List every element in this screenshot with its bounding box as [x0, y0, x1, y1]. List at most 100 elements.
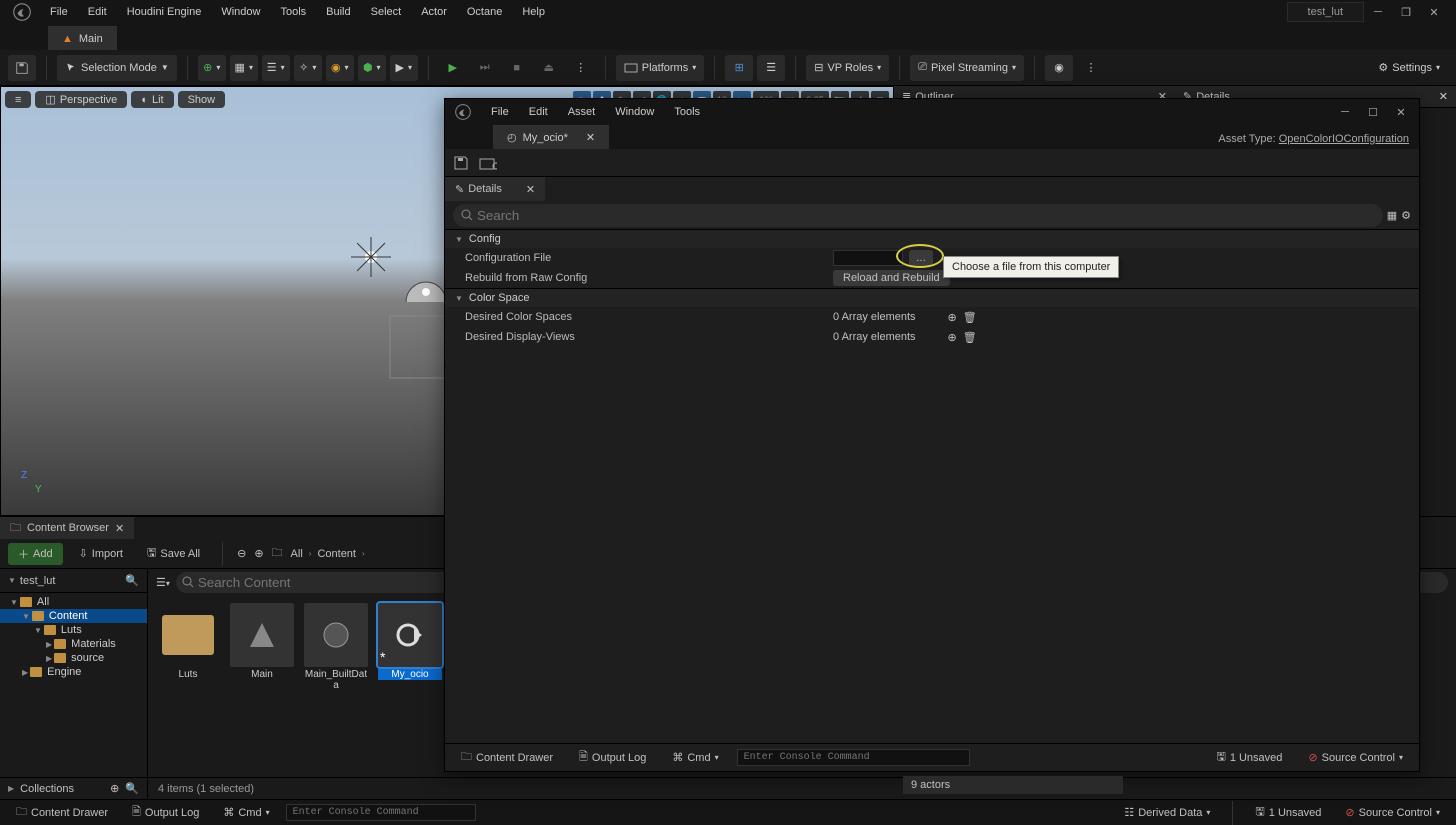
menu-item-asset[interactable]: Asset: [558, 102, 606, 122]
show-dropdown[interactable]: Show: [178, 91, 226, 108]
config-section-header[interactable]: ▼Config: [445, 229, 1419, 248]
content-browser-tab[interactable]: 🗀 Content Browser ✕: [0, 517, 134, 539]
clear-array-icon[interactable]: 🗑: [963, 311, 977, 324]
menu-item-tools[interactable]: Tools: [270, 2, 316, 22]
close-icon[interactable]: ✕: [1439, 90, 1448, 103]
menu-item-file[interactable]: File: [40, 2, 78, 22]
minimize-button[interactable]: ─: [1364, 0, 1392, 24]
unsaved-button[interactable]: 🖫1 Unsaved: [1208, 746, 1290, 769]
console-command-input[interactable]: [286, 804, 476, 821]
add-element-icon[interactable]: ⊕: [948, 331, 957, 344]
details-panel-tab[interactable]: ✎ Details ✕: [445, 177, 545, 201]
history-forward-button[interactable]: ⊕: [254, 547, 263, 560]
perspective-dropdown[interactable]: ◫Perspective: [35, 91, 127, 108]
save-asset-button[interactable]: [453, 155, 469, 171]
derived-data-button[interactable]: ☷Derived Data▾: [1116, 804, 1218, 821]
asset-main_builtdata[interactable]: Main_BuiltData: [304, 603, 368, 769]
stage-manager-button[interactable]: ⊞: [725, 55, 753, 81]
tree-item-all[interactable]: ▼All: [0, 595, 147, 609]
maximize-button[interactable]: ❐: [1392, 0, 1420, 24]
menu-item-select[interactable]: Select: [361, 2, 412, 22]
details-search-input[interactable]: [453, 204, 1383, 227]
asset-my_ocio[interactable]: *My_ocio: [378, 603, 442, 769]
layers-button[interactable]: ☰: [757, 55, 785, 81]
asset-luts[interactable]: Luts: [156, 603, 220, 769]
source-control-button[interactable]: ⊘Source Control▾: [1300, 749, 1411, 766]
menu-item-edit[interactable]: Edit: [519, 102, 558, 122]
close-icon[interactable]: ✕: [586, 131, 595, 144]
main-level-tab[interactable]: ▲ Main: [48, 26, 117, 50]
close-button[interactable]: ✕: [1387, 100, 1415, 124]
cmd-dropdown[interactable]: ⌘Cmd▾: [664, 749, 726, 766]
breadcrumb-item[interactable]: Content: [317, 548, 356, 560]
close-button[interactable]: ✕: [1420, 0, 1448, 24]
menu-item-edit[interactable]: Edit: [78, 2, 117, 22]
stop-button[interactable]: ■: [503, 55, 531, 81]
menu-item-help[interactable]: Help: [512, 2, 555, 22]
menu-item-window[interactable]: Window: [605, 102, 664, 122]
menu-item-houdini-engine[interactable]: Houdini Engine: [117, 2, 212, 22]
search-icon[interactable]: 🔍: [125, 782, 139, 795]
filters-button[interactable]: ☰▾: [156, 576, 170, 589]
menu-item-octane[interactable]: Octane: [457, 2, 512, 22]
cmd-dropdown[interactable]: ⌘Cmd▾: [215, 804, 277, 821]
collections-section[interactable]: ▶ Collections ⊕ 🔍: [0, 777, 147, 799]
content-drawer-button[interactable]: 🗀Content Drawer: [8, 801, 116, 824]
tree-item-materials[interactable]: ▶Materials: [0, 637, 147, 651]
browse-file-button[interactable]: … Choose a file from this computer: [909, 250, 933, 266]
add-collection-icon[interactable]: ⊕: [110, 782, 119, 795]
pixel-streaming-dropdown[interactable]: ⎚ Pixel Streaming▾: [910, 55, 1024, 81]
menu-item-window[interactable]: Window: [211, 2, 270, 22]
clear-array-icon[interactable]: 🗑: [963, 331, 977, 344]
cinematics-button[interactable]: ✧▾: [294, 55, 322, 81]
blueprints-button[interactable]: ☰▾: [262, 55, 290, 81]
maximize-button[interactable]: ☐: [1359, 100, 1387, 124]
gear-icon[interactable]: ⚙: [1401, 209, 1411, 222]
close-icon[interactable]: ✕: [115, 522, 124, 535]
experimental-button[interactable]: ◉▾: [326, 55, 354, 81]
output-log-button[interactable]: 🗎Output Log: [124, 801, 207, 824]
eject-button[interactable]: ⏏: [535, 55, 563, 81]
platforms-dropdown[interactable]: Platforms▾: [616, 55, 704, 81]
browse-asset-button[interactable]: [479, 155, 497, 171]
tree-item-content[interactable]: ▼Content: [0, 609, 147, 623]
menu-item-file[interactable]: File: [481, 102, 519, 122]
menu-item-tools[interactable]: Tools: [664, 102, 710, 122]
add-content-button[interactable]: ⊕▾: [198, 55, 226, 81]
configuration-file-input[interactable]: [833, 250, 903, 266]
viewport-menu-button[interactable]: ≡: [5, 91, 31, 108]
close-icon[interactable]: ✕: [526, 183, 535, 196]
unsaved-button[interactable]: 🖫1 Unsaved: [1247, 801, 1329, 824]
history-back-button[interactable]: ⊖: [237, 547, 246, 560]
skip-button[interactable]: ⏭: [471, 55, 499, 81]
save-button[interactable]: [8, 55, 36, 81]
asset-main[interactable]: Main: [230, 603, 294, 769]
lit-dropdown[interactable]: ◐Lit: [131, 91, 173, 108]
unreal-logo-icon[interactable]: [8, 0, 36, 26]
console-command-input[interactable]: [737, 749, 970, 766]
source-control-button[interactable]: ⊘Source Control▾: [1337, 804, 1448, 821]
colorspace-section-header[interactable]: ▼Color Space: [445, 288, 1419, 307]
foliage-button[interactable]: ⬢▾: [358, 55, 386, 81]
more-button[interactable]: ⋮: [1077, 55, 1105, 81]
play-button[interactable]: ▶: [439, 55, 467, 81]
search-icon[interactable]: 🔍: [125, 574, 139, 587]
save-all-button[interactable]: 🖫Save All: [139, 542, 208, 565]
unreal-logo-icon[interactable]: [449, 98, 477, 126]
breadcrumb-item[interactable]: All: [291, 548, 303, 560]
add-button[interactable]: ＋Add: [8, 543, 63, 565]
content-drawer-button[interactable]: 🗀Content Drawer: [453, 746, 561, 769]
vp-roles-dropdown[interactable]: ⊟ VP Roles▾: [806, 55, 889, 81]
asset-tab[interactable]: ◴ My_ocio* ✕: [493, 125, 609, 149]
tree-item-luts[interactable]: ▼Luts: [0, 623, 147, 637]
capture-button[interactable]: ◉: [1045, 55, 1073, 81]
selection-mode-dropdown[interactable]: Selection Mode ▼: [57, 55, 177, 81]
tree-item-engine[interactable]: ▶Engine: [0, 665, 147, 679]
tree-item-source[interactable]: ▶source: [0, 651, 147, 665]
view-options-icon[interactable]: ▦: [1387, 209, 1397, 222]
add-element-icon[interactable]: ⊕: [948, 311, 957, 324]
output-log-button[interactable]: 🗎Output Log: [571, 746, 654, 769]
sequencer-button[interactable]: ▶▾: [390, 55, 418, 81]
asset-type-link[interactable]: OpenColorIOConfiguration: [1279, 133, 1409, 145]
menu-item-build[interactable]: Build: [316, 2, 360, 22]
